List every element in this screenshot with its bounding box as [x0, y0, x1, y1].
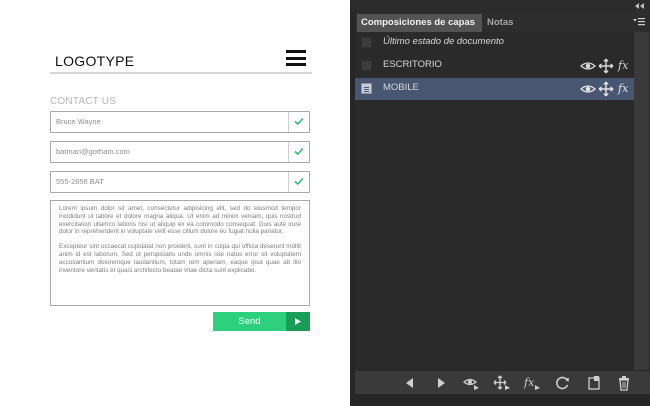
- contact-us-heading: CONTACT US: [50, 96, 117, 107]
- move-icon[interactable]: [598, 81, 614, 97]
- comp-row-last-state[interactable]: Último estado de documento: [355, 32, 634, 54]
- play-arrow-icon: [286, 312, 310, 331]
- new-comp-icon[interactable]: [585, 375, 603, 391]
- comp-name: Último estado de documento: [383, 36, 504, 47]
- comp-toggle-box[interactable]: [361, 60, 372, 71]
- name-field-value: Bruce Wayne: [56, 117, 101, 126]
- layer-comps-panel: Composiciones de capas Notas Último esta…: [350, 0, 650, 406]
- applied-comp-icon[interactable]: [361, 83, 372, 94]
- tab-notas[interactable]: Notas: [483, 14, 525, 32]
- send-button[interactable]: Send: [213, 312, 310, 331]
- svg-text:fx: fx: [523, 376, 535, 389]
- fx-icon[interactable]: fx: [618, 58, 634, 74]
- tab-composiciones[interactable]: Composiciones de capas: [357, 14, 482, 32]
- comp-toggle-box[interactable]: [361, 37, 372, 48]
- comp-name: MOBILE: [383, 82, 419, 93]
- header-divider: [50, 72, 312, 74]
- panel-menu-icon[interactable]: [633, 18, 645, 26]
- trash-icon[interactable]: [615, 375, 633, 391]
- previous-icon[interactable]: [401, 375, 419, 391]
- panel-tabbar: Composiciones de capas Notas: [355, 12, 650, 32]
- panel-titlebar: [350, 0, 650, 12]
- collapse-panel-icon[interactable]: [635, 3, 644, 9]
- comp-row-mobile[interactable]: MOBILE fx: [355, 78, 634, 100]
- check-icon: [288, 112, 309, 132]
- eye-icon[interactable]: [580, 81, 596, 97]
- apply-style-icon[interactable]: fx: [523, 375, 541, 391]
- panel-bottom-edge: [350, 394, 650, 406]
- panel-bottom-toolbar: fx: [355, 370, 650, 394]
- check-icon: [288, 142, 309, 162]
- logotype: LOGOTYPE: [55, 53, 135, 69]
- comp-row-escritorio[interactable]: ESCRITORIO fx: [355, 55, 634, 77]
- check-icon: [288, 172, 309, 192]
- phone-field-value: 555-2856 BAT: [56, 177, 104, 186]
- apply-visibility-icon[interactable]: [462, 375, 480, 391]
- message-paragraph-2: Excepteur sint occaecat cupidatat non pr…: [59, 243, 301, 274]
- message-paragraph-1: Lorem ipsum dolor sit amet, consectetur …: [59, 205, 301, 236]
- name-field[interactable]: Bruce Wayne: [50, 111, 310, 133]
- eye-icon[interactable]: [580, 58, 596, 74]
- next-icon[interactable]: [432, 375, 450, 391]
- hamburger-menu-icon[interactable]: [286, 50, 306, 66]
- phone-field[interactable]: 555-2856 BAT: [50, 171, 310, 193]
- comp-name: ESCRITORIO: [383, 59, 442, 70]
- layer-comps-list: Último estado de documento ESCRITORIO fx…: [355, 32, 634, 370]
- apply-position-icon[interactable]: [493, 375, 511, 391]
- update-icon[interactable]: [554, 375, 572, 391]
- email-field[interactable]: batman@gotham.com: [50, 141, 310, 163]
- fx-icon[interactable]: fx: [618, 81, 634, 97]
- send-button-label: Send: [238, 316, 261, 327]
- email-field-value: batman@gotham.com: [56, 147, 130, 156]
- list-scrollbar[interactable]: [634, 32, 648, 370]
- move-icon[interactable]: [598, 58, 614, 74]
- message-textarea[interactable]: Lorem ipsum dolor sit amet, consectetur …: [50, 200, 310, 306]
- contact-form-mockup: LOGOTYPE CONTACT US Bruce Wayne batman@g…: [50, 0, 312, 406]
